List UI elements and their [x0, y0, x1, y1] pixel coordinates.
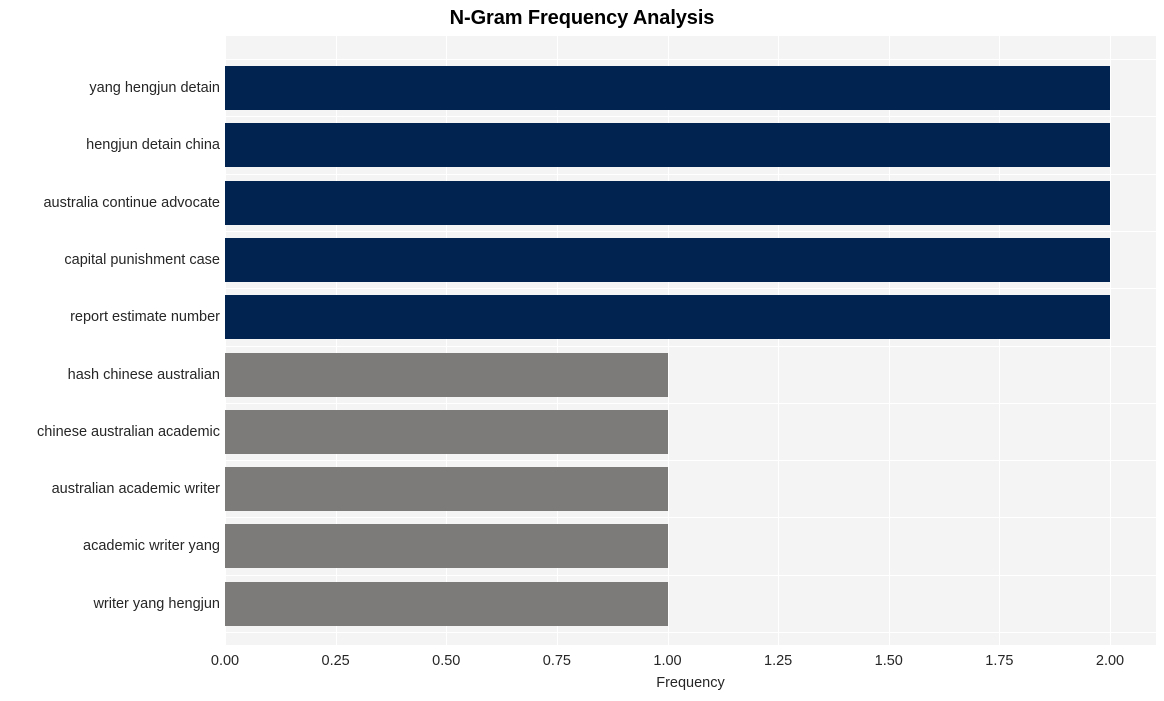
x-axis-tick-label: 0.75	[542, 653, 571, 669]
x-axis-tick-label: 0.25	[321, 653, 350, 669]
x-axis-tick-label: 1.50	[874, 653, 903, 669]
chart-figure: N-Gram Frequency Analysis yang hengjun d…	[0, 0, 1164, 701]
x-axis-tick-label: 2.00	[1095, 653, 1125, 669]
x-axis-tick-labels: 0.00 0.25 0.50 0.75 1.00 1.25 1.50 1.75 2.00	[0, 0, 1164, 701]
x-axis-tick-label: 1.75	[985, 653, 1014, 669]
x-axis-tick-label: 0.00	[210, 653, 240, 669]
x-axis-tick-label: 1.00	[653, 653, 682, 669]
x-axis-label: Frequency	[656, 675, 725, 691]
x-axis-tick-label: 0.50	[432, 653, 461, 669]
x-axis-tick-label: 1.25	[764, 653, 793, 669]
